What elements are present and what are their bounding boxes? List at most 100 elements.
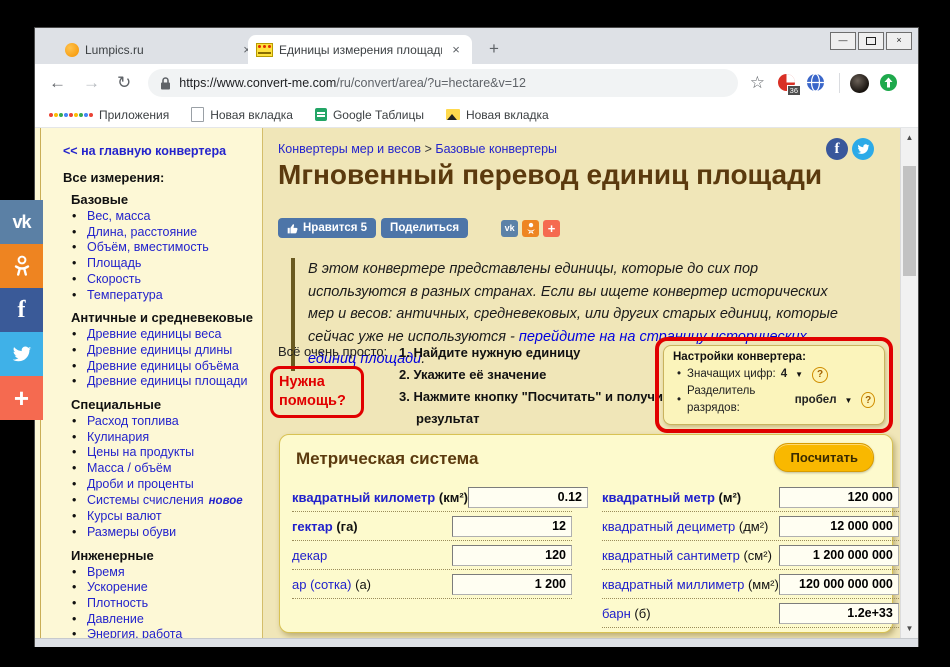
sidebar-item[interactable]: Кулинария xyxy=(41,430,262,446)
odnoklassniki-rail-icon[interactable] xyxy=(0,244,43,288)
sidebar-item[interactable]: Курсы валют xyxy=(41,509,262,525)
ok-share-icon[interactable] xyxy=(522,219,540,237)
unit-link[interactable]: ар (сотка) xyxy=(292,577,351,592)
sidebar-item[interactable]: Древние единицы объёма xyxy=(41,359,262,375)
twitter-icon[interactable] xyxy=(852,138,874,160)
sidebar-item[interactable]: Плотность xyxy=(41,596,262,612)
scroll-down-arrow[interactable]: ▼ xyxy=(901,621,918,636)
sidebar-item[interactable]: Масса / объём xyxy=(41,461,262,477)
convert-me-favicon-icon xyxy=(256,42,273,57)
sidebar-item[interactable]: Время xyxy=(41,565,262,581)
unit-link[interactable]: декар xyxy=(292,548,327,563)
unit-link[interactable]: квадратный метр xyxy=(602,490,715,505)
sidebar-home-link[interactable]: << на главную конвертера xyxy=(63,144,262,158)
unit-link[interactable]: квадратный миллиметр xyxy=(602,577,744,592)
maximize-button[interactable] xyxy=(858,32,884,50)
minimize-button[interactable]: — xyxy=(830,32,856,50)
breadcrumb-link-basic[interactable]: Базовые конвертеры xyxy=(435,142,557,156)
globe-icon xyxy=(807,73,824,92)
sidebar-item[interactable]: Скорость xyxy=(41,272,262,288)
reload-icon[interactable]: ↻ xyxy=(117,73,131,93)
sidebar-item[interactable]: Температура xyxy=(41,288,262,304)
help-link[interactable]: Нужна помощь? xyxy=(270,366,364,418)
tab-close-icon[interactable]: × xyxy=(448,42,464,57)
step-1: 1. Найдите нужную единицу xyxy=(399,345,581,360)
scrollbar-thumb[interactable] xyxy=(903,166,916,276)
scroll-up-arrow[interactable]: ▲ xyxy=(901,130,918,145)
unit-link[interactable]: барн xyxy=(602,606,631,621)
sidebar-item-area[interactable]: Площадь xyxy=(41,256,262,272)
share-button[interactable]: Поделиться xyxy=(381,218,469,238)
separator-value[interactable]: пробел xyxy=(795,392,837,409)
sidebar-item[interactable]: Размеры обуви xyxy=(41,525,262,541)
share-button-label: Поделиться xyxy=(390,222,460,234)
unit-row-square-millimeter: квадратный миллиметр (мм²) xyxy=(602,570,899,599)
unit-value-input[interactable] xyxy=(778,486,899,508)
vk-share-icon[interactable]: vk xyxy=(501,219,519,237)
share-plus-rail-icon[interactable]: + xyxy=(0,376,43,420)
unit-link[interactable]: квадратный километр xyxy=(292,490,435,505)
extension-globe-icon[interactable] xyxy=(806,73,826,93)
tab-lumpics[interactable]: Lumpics.ru × xyxy=(57,35,263,64)
bookmark-apps[interactable]: Приложения xyxy=(49,108,169,122)
vk-rail-icon[interactable]: vk xyxy=(0,200,43,244)
digits-value[interactable]: 4 xyxy=(781,366,787,383)
twitter-bird-icon xyxy=(12,346,31,361)
new-badge: новое xyxy=(208,494,243,507)
url-domain: https://www.convert-me.com xyxy=(179,76,337,90)
unit-value-input[interactable] xyxy=(778,544,899,566)
tab-convert-me[interactable]: Единицы измерения площади. × xyxy=(248,35,472,64)
unit-value-input[interactable] xyxy=(452,573,572,595)
facebook-rail-icon[interactable]: f xyxy=(0,288,43,332)
chevron-down-icon[interactable]: ▼ xyxy=(845,392,853,409)
unit-value-input[interactable] xyxy=(452,515,572,537)
sidebar-item[interactable]: Ускорение xyxy=(41,580,262,596)
address-bar[interactable]: https://www.convert-me.com/ru/convert/ar… xyxy=(148,69,738,97)
unit-value-input[interactable] xyxy=(778,573,899,595)
unit-link[interactable]: квадратный сантиметр xyxy=(602,548,740,563)
unit-row-square-decimeter: квадратный дециметр (дм²) xyxy=(602,512,899,541)
sidebar-item[interactable]: Расход топлива xyxy=(41,414,262,430)
unit-link[interactable]: квадратный дециметр xyxy=(602,519,735,534)
sidebar-item[interactable]: Энергия, работа xyxy=(41,627,262,638)
facebook-icon[interactable]: f xyxy=(826,138,848,160)
update-arrow-icon[interactable] xyxy=(879,73,899,93)
like-button[interactable]: Нравится 5 xyxy=(278,218,377,238)
bookmark-new-tab-1[interactable]: Новая вкладка xyxy=(191,107,293,122)
sidebar-item[interactable]: Вес, масса xyxy=(41,209,262,225)
sidebar-item[interactable]: Древние единицы длины xyxy=(41,343,262,359)
bookmark-google-sheets[interactable]: Google Таблицы xyxy=(314,108,424,122)
unit-value-input[interactable] xyxy=(452,544,572,566)
sidebar-item[interactable]: Дроби и проценты xyxy=(41,477,262,493)
extension-red-icon[interactable]: 36 xyxy=(777,73,801,96)
chevron-down-icon[interactable]: ▼ xyxy=(795,366,803,383)
sidebar-item[interactable]: Цены на продукты xyxy=(41,445,262,461)
bookmark-new-tab-2[interactable]: Новая вкладка xyxy=(445,108,549,122)
calculate-button[interactable]: Посчитать xyxy=(774,443,874,472)
page-scrollbar[interactable]: ▲ ▼ xyxy=(900,128,918,638)
sidebar-item[interactable]: Древние единицы веса xyxy=(41,327,262,343)
bookmark-star-icon[interactable]: ☆ xyxy=(750,73,765,93)
unit-symbol: (а) xyxy=(355,576,371,592)
sidebar-item[interactable]: Длина, расстояние xyxy=(41,225,262,241)
profile-avatar[interactable] xyxy=(850,73,869,93)
separator-label: Разделитель разрядов: xyxy=(687,385,756,414)
breadcrumb-link-converters[interactable]: Конвертеры мер и весов xyxy=(278,142,421,156)
significant-digits-setting: • Значащих цифр: 4 ▼ ? xyxy=(673,366,875,383)
unit-value-input[interactable] xyxy=(778,515,899,537)
back-icon[interactable]: ← xyxy=(49,73,66,93)
unit-value-input[interactable] xyxy=(468,486,588,508)
unit-link[interactable]: гектар xyxy=(292,519,333,534)
url-text: https://www.convert-me.com/ru/convert/ar… xyxy=(179,76,526,90)
sidebar-item[interactable]: Объём, вместимость xyxy=(41,240,262,256)
sidebar-item[interactable]: Системы счисленияновое xyxy=(41,493,262,510)
help-question-icon[interactable]: ? xyxy=(861,392,875,408)
sidebar-item[interactable]: Давление xyxy=(41,612,262,628)
new-tab-button[interactable]: + xyxy=(482,38,506,62)
more-share-icon[interactable]: + xyxy=(543,219,561,237)
twitter-rail-icon[interactable] xyxy=(0,332,43,376)
unit-value-input[interactable] xyxy=(778,602,899,624)
close-button[interactable]: × xyxy=(886,32,912,50)
help-question-icon[interactable]: ? xyxy=(812,366,829,383)
sidebar-item[interactable]: Древние единицы площади xyxy=(41,374,262,390)
